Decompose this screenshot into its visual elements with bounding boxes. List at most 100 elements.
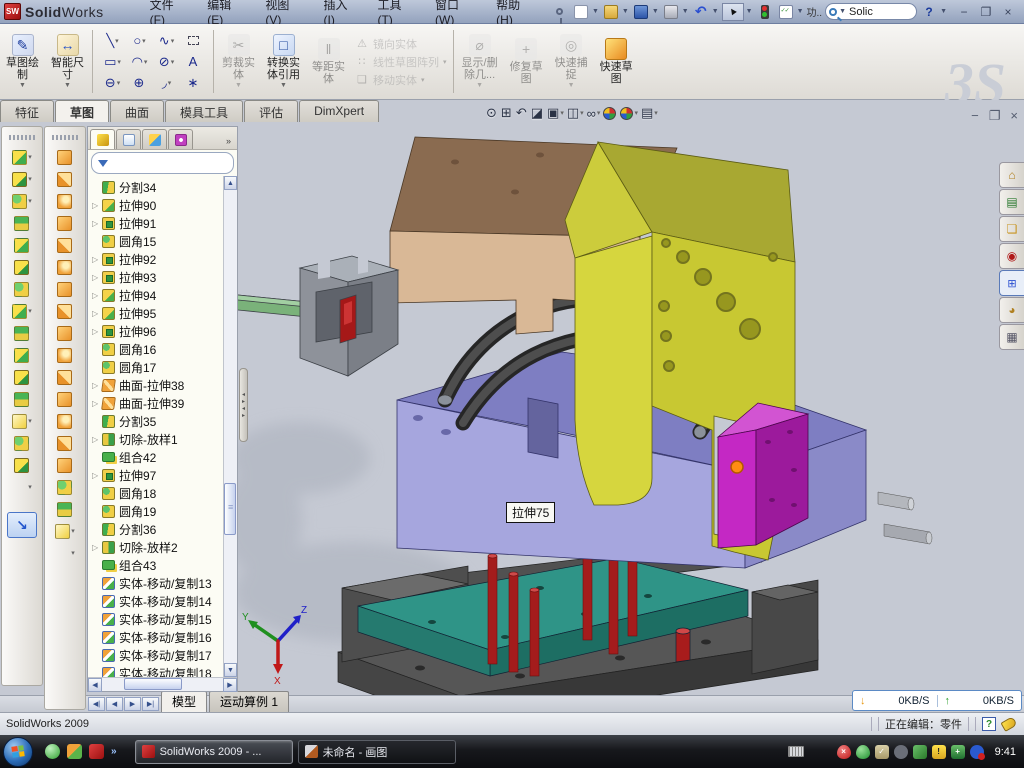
- tree-item[interactable]: 圆角19: [92, 502, 223, 520]
- save-icon[interactable]: [632, 3, 650, 21]
- filled-surface-icon[interactable]: [45, 256, 85, 278]
- edit-appearance-icon[interactable]: [603, 107, 617, 120]
- planar-surface-icon[interactable]: [45, 278, 85, 300]
- smart-dimension-button[interactable]: ↔ 智能尺寸 ▼: [45, 24, 90, 99]
- surface-curves-icon[interactable]: ▾: [45, 542, 85, 564]
- slot-tool-icon[interactable]: ⊖▾: [99, 72, 126, 93]
- more-tabs-chevron[interactable]: »: [222, 136, 235, 149]
- hole-wizard-icon[interactable]: [2, 278, 42, 300]
- tree-item[interactable]: 圆角15: [92, 232, 223, 250]
- security-shield-tray-icon[interactable]: [856, 745, 870, 759]
- tab-nav-button[interactable]: ▶|: [142, 697, 159, 711]
- new-document-icon[interactable]: [572, 3, 590, 21]
- tree-item[interactable]: ▷ 曲面-拉伸38: [92, 376, 223, 394]
- status-tag-icon[interactable]: [1000, 716, 1017, 732]
- view-palette-tab[interactable]: ⊞: [999, 270, 1024, 296]
- mirror-entities-button[interactable]: ⚠ 镜向实体: [355, 36, 447, 52]
- sketch-text-icon[interactable]: A: [180, 51, 207, 72]
- offset-surface-icon[interactable]: [45, 300, 85, 322]
- tree-horizontal-scrollbar[interactable]: ◀ ▶: [88, 677, 237, 691]
- new-dropdown[interactable]: ▼: [592, 8, 599, 15]
- extend-surface-icon[interactable]: [45, 432, 85, 454]
- zoom-area-icon[interactable]: ⊞: [501, 105, 513, 121]
- axis-icon[interactable]: [2, 454, 42, 476]
- configurationmanager-tab[interactable]: [142, 129, 167, 149]
- section-view-icon[interactable]: ◪: [531, 105, 544, 121]
- tab-evaluate[interactable]: 评估: [244, 100, 298, 122]
- tree-item[interactable]: 圆角18: [92, 484, 223, 502]
- fillet-surface-icon[interactable]: [45, 476, 85, 498]
- scroll-down-arrow[interactable]: ▼: [224, 663, 237, 677]
- taskbar-clock[interactable]: 9:41: [995, 746, 1016, 758]
- rapid-sketch-button[interactable]: 快速草图: [594, 24, 639, 99]
- lofted-surface-icon[interactable]: [45, 212, 85, 234]
- knit-surface-icon[interactable]: [45, 322, 85, 344]
- display-delete-relations-button[interactable]: ⌀ 显示/删除几... ▼: [456, 24, 504, 99]
- hide-show-items-icon[interactable]: ∞▾: [587, 106, 601, 121]
- tab-nav-button[interactable]: ◀|: [88, 697, 105, 711]
- apply-scene-icon[interactable]: ▾: [620, 107, 638, 120]
- solidworks-quick-launch-icon[interactable]: [89, 744, 104, 759]
- expand-twisty-icon[interactable]: ▷: [92, 273, 102, 282]
- fillet-icon[interactable]: ▾: [2, 190, 42, 212]
- solidworks-forum-tab[interactable]: ◉: [999, 243, 1024, 269]
- linear-sketch-pattern-button[interactable]: ∷ 线性草图阵列 ▾: [355, 54, 447, 70]
- circle-tool-icon[interactable]: ○▾: [126, 30, 153, 51]
- tab-features[interactable]: 特征: [0, 100, 54, 122]
- untrim-surface-icon[interactable]: [45, 410, 85, 432]
- surface-reference-geometry-icon[interactable]: ▾: [45, 520, 85, 542]
- window-close-button[interactable]: ×: [1000, 5, 1016, 19]
- tree-vertical-scrollbar[interactable]: ▲ ▼: [223, 176, 237, 677]
- taskbar-button-solidworks[interactable]: SolidWorks 2009 - ...: [135, 740, 293, 764]
- motion-study-tab[interactable]: 运动算例 1: [209, 691, 289, 712]
- rebuild-icon[interactable]: [756, 3, 774, 21]
- tree-item[interactable]: 实体-移动/复制15: [92, 610, 223, 628]
- swept-boss-icon[interactable]: [2, 212, 42, 234]
- tab-nav-button[interactable]: ▶: [124, 697, 141, 711]
- ellipse-tool-icon[interactable]: ⊘▾: [153, 51, 180, 72]
- blocked-tray-icon[interactable]: [970, 745, 984, 759]
- part-guide-pegs[interactable]: [878, 492, 932, 544]
- thicken-icon[interactable]: [45, 498, 85, 520]
- revolved-boss-icon[interactable]: [2, 256, 42, 278]
- scroll-up-arrow[interactable]: ▲: [224, 176, 237, 190]
- expand-twisty-icon[interactable]: ▷: [92, 327, 102, 336]
- help-dropdown[interactable]: ▼: [940, 8, 947, 15]
- polygon-tool-icon[interactable]: ⊕: [126, 72, 153, 93]
- options-icon[interactable]: [777, 3, 795, 21]
- replace-face-icon[interactable]: [45, 388, 85, 410]
- defender-tray-icon[interactable]: +: [951, 745, 965, 759]
- help-icon[interactable]: ?: [920, 3, 938, 21]
- search-dropdown[interactable]: ▼: [839, 8, 846, 15]
- undo-dropdown[interactable]: ▼: [712, 8, 719, 15]
- boundary-surface-icon[interactable]: [45, 234, 85, 256]
- tree-item[interactable]: 分割34: [92, 178, 223, 196]
- trim-entities-button[interactable]: ✂ 剪裁实体 ▼: [216, 24, 261, 99]
- combine-bodies-icon[interactable]: [2, 322, 42, 344]
- open-dropdown[interactable]: ▼: [622, 8, 629, 15]
- swept-surface-icon[interactable]: [45, 190, 85, 212]
- tree-item[interactable]: ▷ 拉伸94: [92, 286, 223, 304]
- doc-minimize-button[interactable]: −: [971, 108, 979, 124]
- input-method-keyboard-icon[interactable]: [788, 746, 804, 757]
- panel-splitter-handle[interactable]: ◂▸◂▸: [239, 368, 248, 442]
- search-input[interactable]: ▼ Solic: [825, 3, 917, 20]
- expand-twisty-icon[interactable]: ▷: [92, 201, 102, 210]
- tree-item[interactable]: ▷ 拉伸92: [92, 250, 223, 268]
- toolbar-grab-handle[interactable]: [9, 135, 35, 140]
- point-tool-icon[interactable]: ∗: [180, 72, 207, 93]
- tree-item[interactable]: 实体-移动/复制14: [92, 592, 223, 610]
- expand-twisty-icon[interactable]: ▷: [92, 543, 102, 552]
- select-tool-button[interactable]: ▲: [722, 3, 744, 21]
- tab-sketch[interactable]: 草图: [55, 100, 109, 122]
- expand-twisty-icon[interactable]: ▷: [92, 471, 102, 480]
- zoom-fit-icon[interactable]: ⊙: [486, 105, 498, 121]
- move-entities-button[interactable]: ❏ 移动实体 ▾: [355, 72, 447, 88]
- spline-tool-icon[interactable]: ∿▾: [153, 30, 180, 51]
- toolbar-grab-handle[interactable]: [52, 135, 78, 140]
- tree-item[interactable]: ▷ 拉伸95: [92, 304, 223, 322]
- tab-nav-button[interactable]: ◀: [106, 697, 123, 711]
- revolved-surface-icon[interactable]: [45, 168, 85, 190]
- custom-properties-tab[interactable]: ▦: [999, 324, 1024, 350]
- antivirus-alert-tray-icon[interactable]: ×: [837, 745, 851, 759]
